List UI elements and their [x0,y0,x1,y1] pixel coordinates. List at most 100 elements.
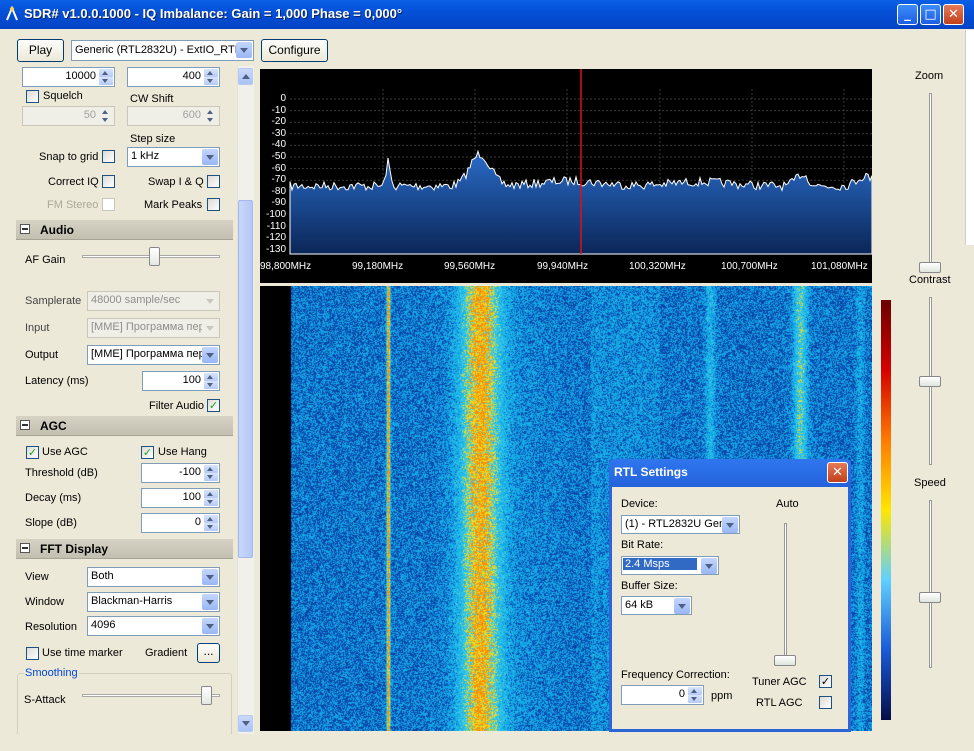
fm-stereo-checkbox[interactable] [102,198,115,211]
collapse-icon [20,420,30,430]
db-tick-label: -90 [271,197,286,209]
threshold-input[interactable]: -100 [141,463,220,483]
device-select[interactable]: Generic (RTL2832U) - ExtIO_RTL [71,40,254,61]
agc-section-header[interactable]: AGC [16,416,233,436]
spectrum-analyzer[interactable]: 0 -10 -20 -30 -40 -50 -60 -70 -80 -90 -100 -110 -120… [260,69,872,283]
zoom-slider-thumb[interactable] [919,262,941,273]
use-hang-label: Use Hang [158,446,207,458]
freq-tick-label: 99,940MHz [537,261,589,272]
fft-section-header[interactable]: FFT Display [16,539,233,559]
contrast-label: Contrast [909,274,951,286]
db-tick-label: -60 [271,162,286,174]
speed-label: Speed [914,477,946,489]
input-label: Input [25,322,50,334]
freq-tick-label: 98,800MHz [260,261,312,272]
audio-section-header[interactable]: Audio [16,220,233,240]
af-gain-label: AF Gain [25,254,66,266]
chevron-down-icon [202,569,218,585]
auto-label: Auto [776,498,799,510]
filter-bandwidth-input[interactable]: 10000 [22,67,115,87]
squelch-checkbox[interactable] [26,90,39,103]
rtl-dialog-close-button[interactable]: ✕ [827,462,848,483]
tuner-agc-checkbox[interactable]: ✓ [819,675,832,688]
squelch-input[interactable]: 50 [22,106,115,126]
bit-rate-label: Bit Rate: [621,539,664,551]
input-device-select[interactable]: [MME] Программа пер [87,318,220,338]
step-size-label: Step size [130,133,176,145]
db-tick-label: -30 [271,127,286,139]
buffer-size-select[interactable]: 64 kB [621,596,692,615]
af-gain-slider-thumb[interactable] [148,247,160,266]
slope-label: Slope (dB) [25,517,77,529]
scrollbar-thumb[interactable] [238,200,253,558]
play-button[interactable]: Play [17,39,64,62]
decay-label: Decay (ms) [25,492,82,504]
collapse-icon [20,224,30,234]
view-select[interactable]: Both [87,567,220,587]
mark-peaks-checkbox[interactable] [207,198,220,211]
scroll-down-button[interactable] [238,715,253,732]
configure-button[interactable]: Configure [261,39,328,62]
minimize-button[interactable]: _ [897,4,918,25]
spectrum-plot [289,69,872,255]
cw-offset-input[interactable]: 400 [127,67,220,87]
rtl-device-select[interactable]: (1) - RTL2832U Gene [621,515,740,534]
swap-iq-checkbox[interactable] [207,175,220,188]
maximize-button[interactable]: □ [920,4,941,25]
contrast-slider-thumb[interactable] [919,376,941,387]
db-tick-label: -40 [271,139,286,151]
freq-correction-input[interactable]: 0 [621,685,704,705]
output-device-select[interactable]: [MME] Программа пер [87,345,220,365]
rtl-agc-checkbox[interactable] [819,696,832,709]
chevron-down-icon [202,618,218,634]
chevron-down-icon [202,347,218,363]
output-label: Output [25,349,59,361]
resolution-select[interactable]: 4096 [87,616,220,636]
cw-shift-input[interactable]: 600 [127,106,220,126]
db-tick-label: -80 [271,185,286,197]
window-select[interactable]: Blackman-Harris [87,592,220,612]
use-time-marker-checkbox[interactable] [26,647,39,660]
right-edge-strip [965,30,974,245]
chevron-down-icon [701,558,717,574]
fm-stereo-label: FM Stereo [47,199,99,211]
window-label: Window [25,596,65,608]
threshold-label: Threshold (dB) [25,467,98,479]
chevron-down-icon [202,293,218,309]
samplerate-select[interactable]: 48000 sample/sec [87,291,220,311]
s-attack-slider-thumb[interactable] [201,686,213,705]
speed-slider-thumb[interactable] [919,592,941,604]
db-tick-label: -20 [271,116,286,128]
chevron-down-icon [674,598,690,614]
rf-gain-track[interactable] [784,523,787,666]
bit-rate-select[interactable]: 2.4 Msps [621,556,719,575]
left-panel: 10000 400 Squelch CW Shift 50 600 Step s… [16,66,237,734]
decay-input[interactable]: 100 [141,488,220,508]
latency-input[interactable]: 100 [142,371,220,391]
use-hang-checkbox[interactable]: ✓ [141,446,154,459]
slope-input[interactable]: 0 [141,513,220,533]
color-scale-bar [881,300,891,720]
smoothing-label: Smoothing [24,667,79,679]
latency-label: Latency (ms) [25,375,89,387]
device-select-value: Generic (RTL2832U) - ExtIO_RTL [75,44,241,56]
zoom-track[interactable] [929,93,932,267]
filter-audio-checkbox[interactable]: ✓ [207,399,220,412]
db-tick-label: -100 [265,209,286,220]
correct-iq-checkbox[interactable] [102,175,115,188]
mark-peaks-label: Mark Peaks [144,199,203,211]
step-size-select[interactable]: 1 kHz [127,147,220,167]
db-tick-label: -10 [271,104,286,116]
s-attack-track[interactable] [82,694,220,697]
tuner-agc-label: Tuner AGC [752,676,807,688]
gradient-button[interactable]: ... [197,643,220,663]
rf-gain-slider-thumb[interactable] [774,655,796,666]
use-agc-checkbox[interactable]: ✓ [26,446,39,459]
snap-to-grid-checkbox[interactable] [102,150,115,163]
speed-track[interactable] [929,500,932,668]
buffer-size-label: Buffer Size: [621,580,678,592]
close-button[interactable]: ✕ [943,4,964,25]
scroll-up-button[interactable] [238,68,253,85]
use-time-marker-label: Use time marker [42,647,123,659]
window-title: SDR# v1.0.0.1000 - IQ Imbalance: Gain = … [24,6,403,21]
